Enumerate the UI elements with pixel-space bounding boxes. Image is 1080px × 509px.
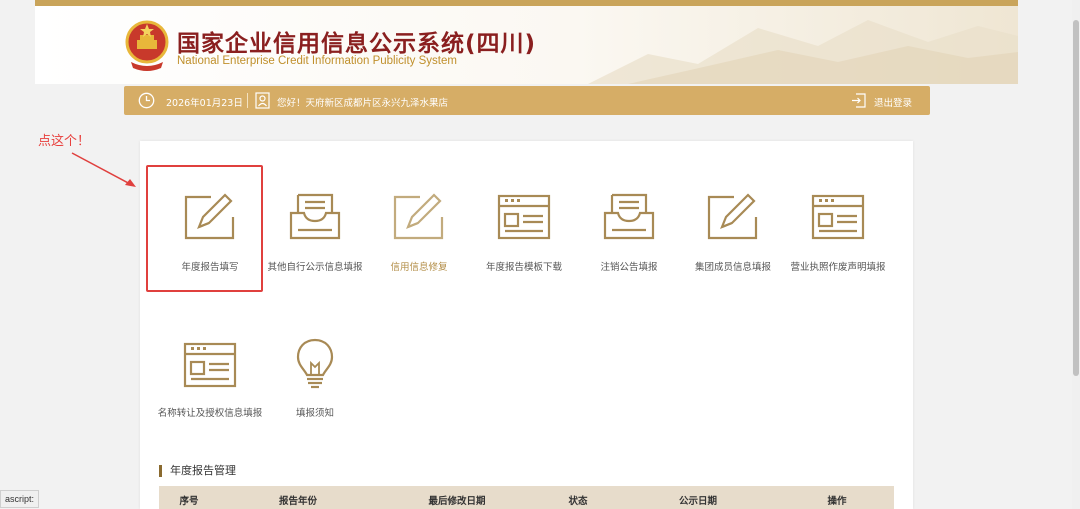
site-banner: 国家企业信用信息公示系统(四川) National Enterprise Cre…: [35, 6, 1018, 84]
inbox-icon: [603, 193, 655, 240]
mountain-background-icon: [588, 20, 1018, 84]
site-subtitle: National Enterprise Credit Information P…: [177, 55, 457, 67]
user-icon: [255, 92, 270, 109]
edit-icon: [393, 193, 444, 240]
divider: [247, 93, 248, 108]
vertical-scrollbar[interactable]: [1072, 0, 1080, 509]
form-icon: [497, 194, 551, 240]
tile-name-transfer[interactable]: 名称转让及授权信息填报: [158, 315, 262, 445]
column-header: 最后修改日期: [428, 496, 486, 507]
tile-filing-notice[interactable]: 填报须知: [263, 315, 367, 445]
user-greeting: 您好！天府新区成都片区永兴九泽水果店: [277, 98, 449, 109]
tile-label: 信用信息修复: [390, 262, 448, 273]
tile-group-members[interactable]: 集团成员信息填报: [681, 167, 785, 297]
tile-license-void[interactable]: 营业执照作废声明填报: [786, 167, 890, 297]
logout-icon[interactable]: [851, 93, 866, 108]
tile-label: 年度报告模板下载: [485, 262, 562, 273]
tile-label: 集团成员信息填报: [694, 262, 771, 273]
info-bar: 2026年01月23日 您好！天府新区成都片区永兴九泽水果店 退出登录: [124, 86, 930, 115]
tile-other-disclosure[interactable]: 其他自行公示信息填报: [263, 167, 367, 297]
tile-label: 其他自行公示信息填报: [267, 262, 363, 273]
column-header: 状态: [568, 496, 588, 507]
inbox-icon: [289, 193, 341, 240]
edit-icon: [707, 193, 758, 240]
form-icon: [811, 194, 865, 240]
tile-template-download[interactable]: 年度报告模板下载: [472, 167, 576, 297]
tile-label: 注销公告填报: [600, 262, 658, 273]
annotation-text: 点这个！: [38, 134, 91, 149]
tile-deregistration[interactable]: 注销公告填报: [577, 167, 681, 297]
column-header: 操作: [827, 496, 847, 507]
tile-label: 名称转让及授权信息填报: [157, 408, 263, 419]
form-icon: [183, 342, 237, 388]
tile-credit-repair[interactable]: 信用信息修复: [367, 167, 471, 297]
column-header: 报告年份: [278, 496, 318, 507]
current-date: 2026年01月23日: [166, 98, 243, 109]
section-title: 年度报告管理: [159, 465, 236, 477]
browser-status-bar: ascript:: [0, 490, 40, 508]
scrollbar-thumb[interactable]: [1073, 20, 1079, 376]
annotation-highlight-box: [146, 165, 263, 292]
national-emblem-icon: [125, 20, 169, 71]
logout-link[interactable]: 退出登录: [874, 95, 912, 109]
column-header: 序号: [179, 496, 199, 507]
table-header: 序号 报告年份 最后修改日期 状态 公示日期 操作: [159, 486, 894, 509]
column-header: 公示日期: [678, 496, 718, 507]
tile-label: 填报须知: [295, 408, 334, 419]
clock-icon: [138, 92, 155, 109]
annotation-arrow-icon: [71, 152, 136, 187]
lightbulb-icon: [296, 338, 334, 389]
tile-label: 营业执照作废声明填报: [790, 262, 886, 273]
site-title: 国家企业信用信息公示系统(四川): [177, 31, 537, 57]
